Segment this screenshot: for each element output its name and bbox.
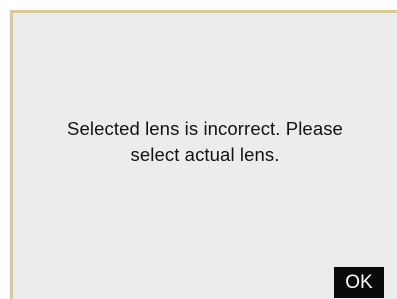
lens-error-dialog: Selected lens is incorrect. Please selec… <box>10 10 397 299</box>
error-message-line-1: Selected lens is incorrect. Please <box>67 118 343 139</box>
ok-button[interactable]: OK <box>334 267 384 298</box>
error-message: Selected lens is incorrect. Please selec… <box>13 116 397 168</box>
error-message-line-2: select actual lens. <box>130 144 280 165</box>
screen: Selected lens is incorrect. Please selec… <box>0 0 397 299</box>
